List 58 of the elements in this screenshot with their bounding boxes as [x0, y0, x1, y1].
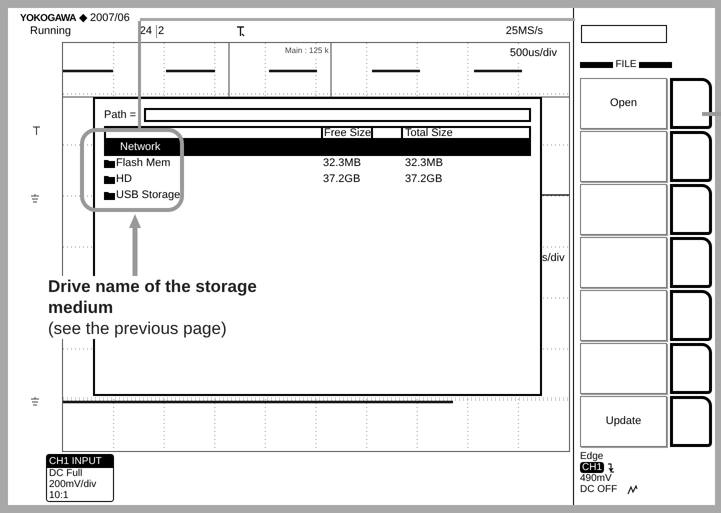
- drive-name: Flash Mem: [116, 156, 170, 172]
- trigger-level-text: 490mV: [580, 473, 613, 484]
- hardware-key[interactable]: [670, 78, 712, 129]
- softkey-button[interactable]: [580, 237, 667, 288]
- hardware-key[interactable]: [670, 131, 712, 182]
- path-field[interactable]: [144, 108, 531, 122]
- ground-marker-icon: [30, 397, 40, 407]
- softkey-button[interactable]: [580, 131, 667, 182]
- softkey-button[interactable]: [580, 343, 667, 394]
- diamond-icon: ◆: [79, 12, 88, 25]
- channel-title: CH1 INPUT: [47, 455, 113, 468]
- total-size-text: 37.2GB: [404, 173, 442, 186]
- path-label: Path =: [104, 108, 138, 123]
- drive-row[interactable]: Network: [104, 140, 531, 156]
- hardware-key[interactable]: [670, 396, 712, 447]
- drive-name: Network: [119, 140, 160, 156]
- timebase-text: 500us/div: [510, 45, 557, 62]
- annotation-title: Drive name of the storage medium: [48, 276, 258, 318]
- ground-marker-icon: [30, 194, 40, 204]
- softkey-button[interactable]: Open: [580, 78, 667, 129]
- hardware-key[interactable]: [670, 343, 712, 394]
- hardware-key[interactable]: [670, 290, 712, 341]
- free-size-text: 37.2GB: [323, 173, 360, 186]
- drive-name: USB Storage: [116, 188, 180, 204]
- softkey-button[interactable]: [580, 184, 667, 235]
- column-header: Free Size: [323, 128, 373, 138]
- annotation-note: (see the previous page): [48, 318, 228, 339]
- total-size-text: 32.3MB: [404, 157, 443, 170]
- time-text: 24: [138, 25, 152, 38]
- time-text: 2: [156, 25, 166, 38]
- menu-title: FILE: [614, 58, 638, 72]
- date-text: 2007/06: [90, 12, 130, 25]
- noise-wave-icon: [627, 484, 638, 494]
- free-size-text: 32.3MB: [323, 157, 361, 170]
- folder-icon: [104, 191, 115, 200]
- softkey-button[interactable]: Update: [580, 396, 667, 447]
- brand-logo: YOKOGAWA: [20, 12, 76, 25]
- falling-edge-icon: [607, 462, 616, 472]
- folder-icon: [104, 175, 115, 184]
- channel-setting-text: DC Full: [48, 468, 84, 479]
- trigger-coupling-text: DC OFF: [580, 484, 618, 495]
- column-header: Total Size: [404, 128, 454, 138]
- title-bar-decoration: [638, 62, 672, 68]
- sample-rate-text: 25MS/s: [506, 25, 543, 38]
- trigger-position-icon: [236, 26, 246, 37]
- title-bar-decoration: [580, 62, 614, 68]
- trigger-source-badge: CH1: [580, 462, 604, 473]
- softkey-button[interactable]: [580, 290, 667, 341]
- drive-name: HD: [116, 172, 132, 188]
- status-text: Running: [30, 25, 72, 38]
- channel-setting-text: 200mV/div: [48, 479, 98, 490]
- trigger-mode-text: Edge: [580, 451, 604, 462]
- channel-setting-text: 10:1: [48, 490, 70, 501]
- hardware-key[interactable]: [670, 237, 712, 288]
- trigger-level-icon: [32, 126, 42, 136]
- zoom-label: Main : 125 k: [285, 45, 329, 57]
- hardware-key[interactable]: [670, 184, 712, 235]
- folder-icon: [104, 159, 115, 168]
